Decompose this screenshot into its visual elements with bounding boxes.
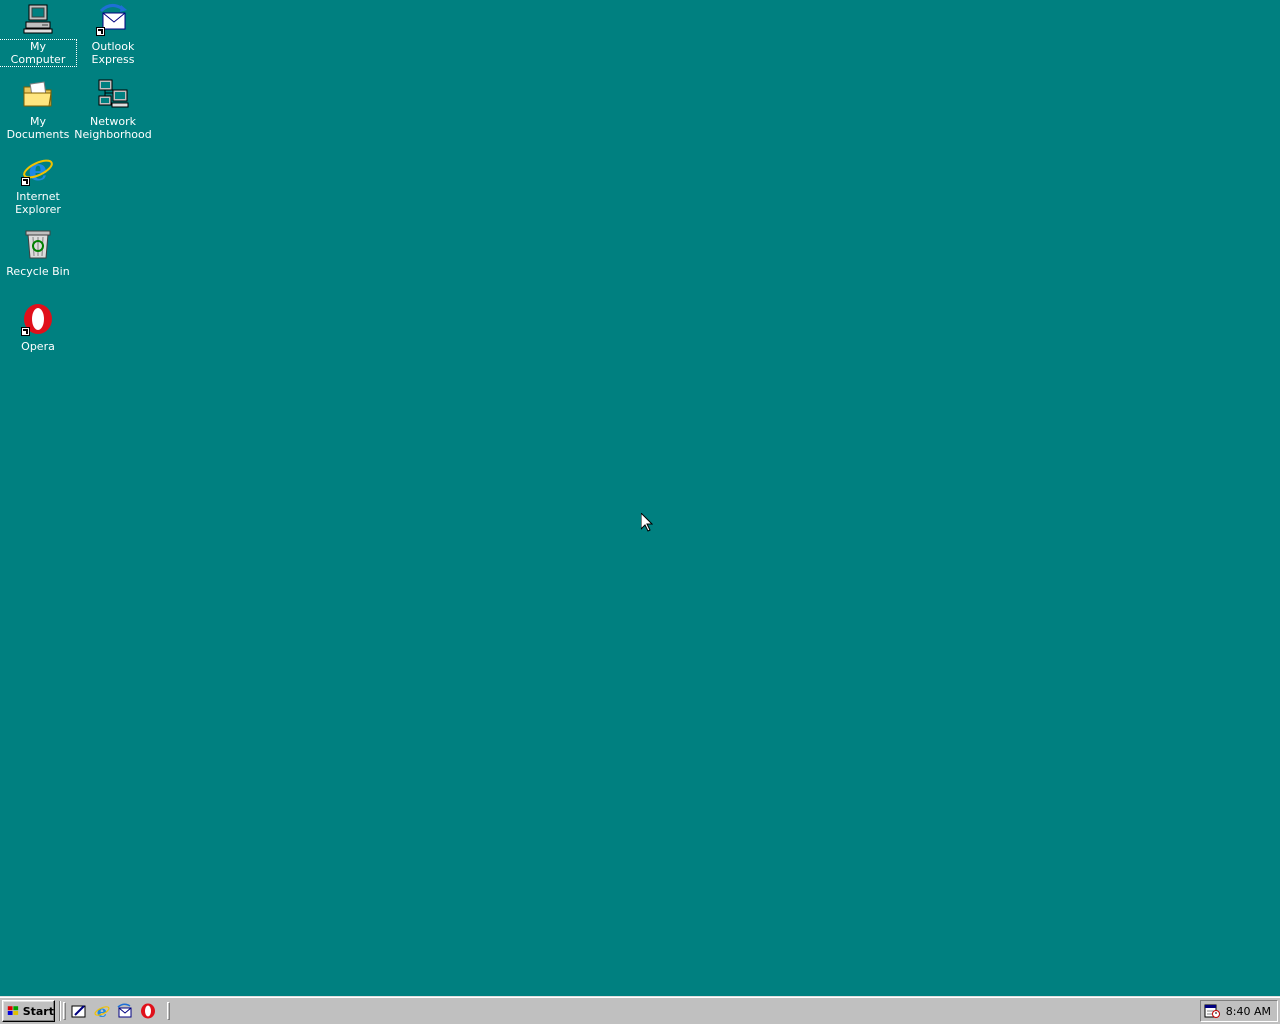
- desktop-icon-label: Opera: [21, 340, 55, 353]
- taskbar-clock[interactable]: 8:40 AM: [1226, 1005, 1271, 1018]
- quick-launch-opera[interactable]: [138, 1002, 158, 1020]
- quick-launch-grip[interactable]: [63, 1002, 66, 1020]
- shortcut-arrow-icon: [21, 177, 30, 186]
- quick-launch-internet-explorer[interactable]: e: [92, 1002, 112, 1020]
- taskbar-grip[interactable]: [167, 1002, 170, 1020]
- internet-explorer-icon: e: [94, 1003, 110, 1019]
- internet-explorer-icon: e: [21, 152, 55, 186]
- opera-icon: [141, 1003, 155, 1019]
- desktop-icon-my-documents[interactable]: My Documents: [0, 77, 76, 149]
- svg-text:e: e: [97, 1003, 107, 1019]
- desktop-icon-outlook-express[interactable]: Outlook Express: [75, 2, 151, 74]
- desktop-icon-label: My Documents: [6, 115, 70, 141]
- recycle-bin-icon: [21, 227, 55, 261]
- taskbar: Start e 8:40 AM: [0, 996, 1280, 1024]
- network-neighborhood-icon: [96, 77, 130, 111]
- opera-icon: [21, 302, 55, 336]
- desktop-icon-label: Outlook Express: [91, 40, 135, 66]
- svg-text:e: e: [28, 153, 47, 185]
- desktop-icon-network-neighborhood[interactable]: Network Neighborhood: [74, 77, 152, 149]
- desktop-icon-label: Network Neighborhood: [74, 115, 152, 141]
- desktop-icon-opera[interactable]: Opera: [0, 302, 76, 374]
- desktop-icon-recycle-bin[interactable]: Recycle Bin: [0, 227, 76, 299]
- outlook-express-icon: [117, 1003, 132, 1018]
- desktop: My Computer Outlook Express My Documents: [0, 0, 1280, 996]
- desktop-icon-internet-explorer[interactable]: e Internet Explorer: [0, 152, 76, 224]
- outlook-express-icon: [96, 2, 130, 36]
- tray-scheduled-tasks[interactable]: [1204, 1003, 1220, 1019]
- shortcut-arrow-icon: [96, 27, 105, 36]
- desktop-icon-label: Recycle Bin: [6, 265, 70, 278]
- start-label: Start: [22, 1004, 54, 1018]
- show-desktop-icon: [71, 1005, 86, 1018]
- start-button[interactable]: Start: [2, 1000, 55, 1022]
- desktop-icon-label: My Computer: [0, 39, 77, 67]
- windows-logo-icon: [7, 1006, 19, 1015]
- quick-launch-outlook-express[interactable]: [115, 1002, 135, 1020]
- desktop-icon-my-computer[interactable]: My Computer: [0, 2, 77, 74]
- desktop-icon-label: Internet Explorer: [15, 190, 61, 216]
- my-documents-icon: [21, 77, 55, 111]
- system-tray: 8:40 AM: [1200, 1000, 1278, 1022]
- my-computer-icon: [21, 2, 55, 36]
- scheduled-tasks-icon: [1204, 1004, 1220, 1018]
- quick-launch-show-desktop[interactable]: [69, 1002, 89, 1020]
- mouse-pointer-icon: [641, 513, 653, 532]
- taskbar-divider: [59, 1001, 61, 1021]
- shortcut-arrow-icon: [21, 327, 30, 336]
